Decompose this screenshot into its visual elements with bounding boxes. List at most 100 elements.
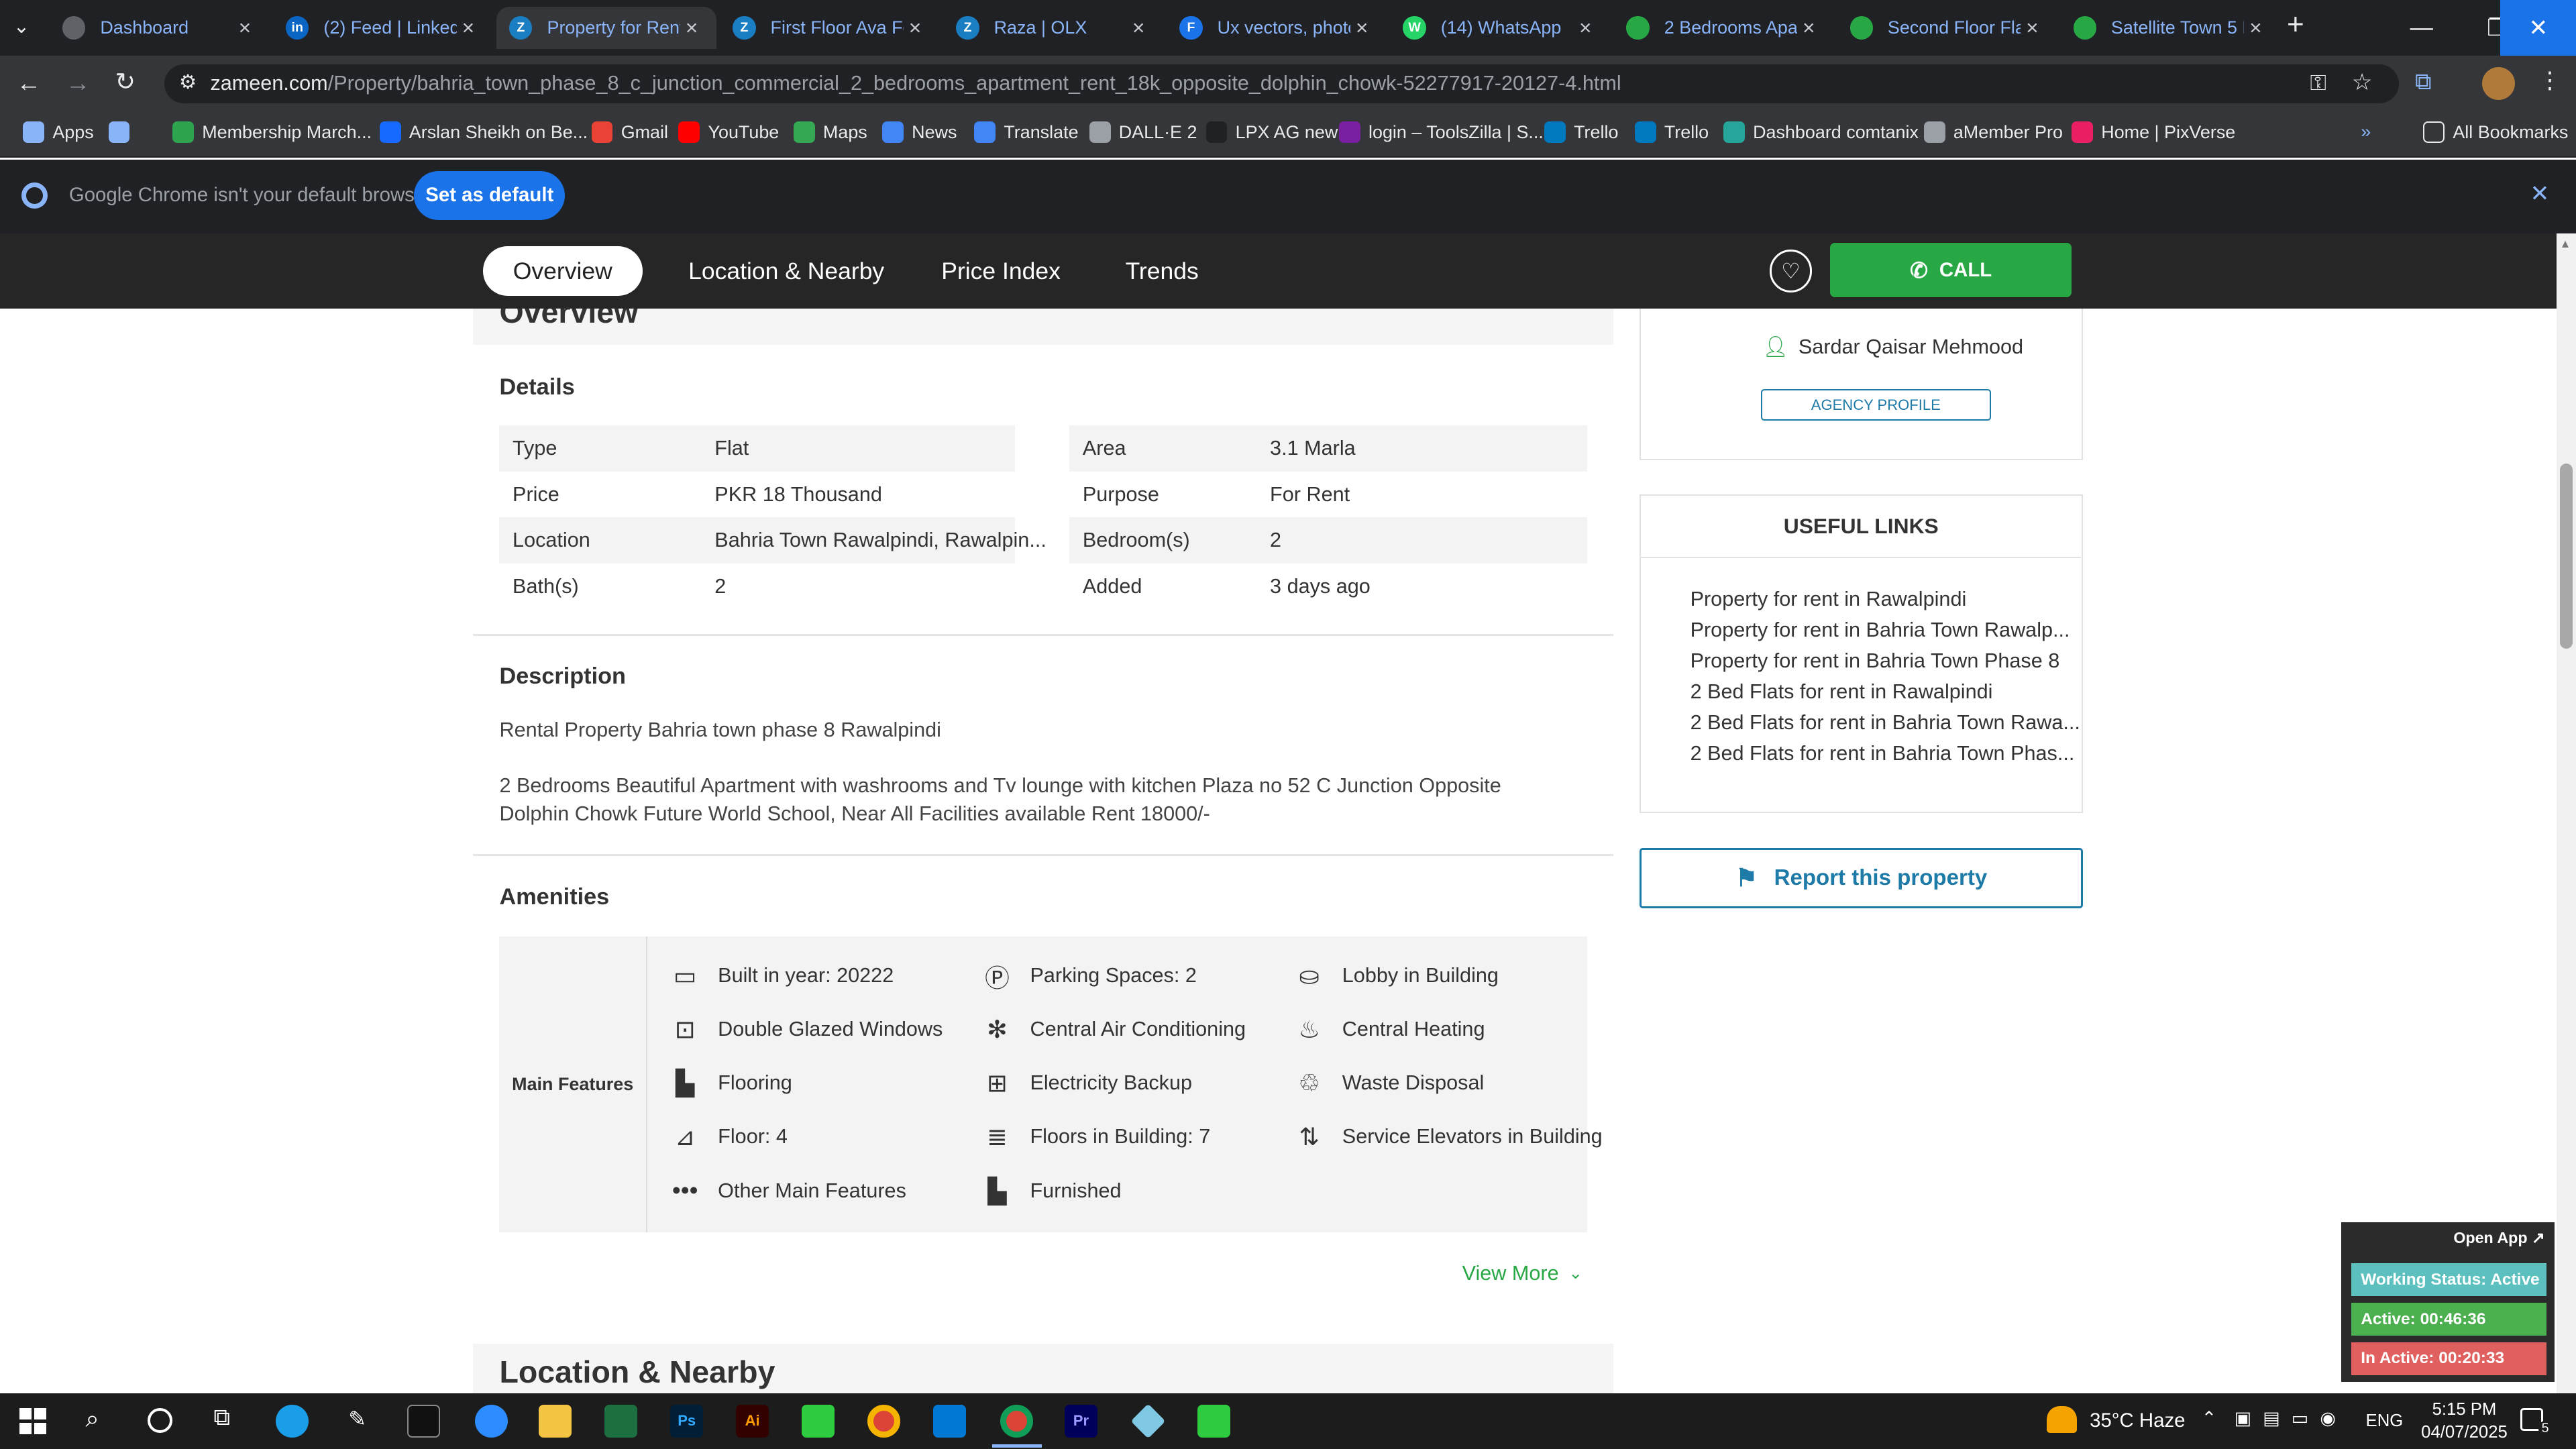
back-arrow-icon[interactable]: ←: [16, 69, 41, 97]
browser-tab[interactable]: F Ux vectors, photos×: [1167, 7, 1387, 50]
browser-tab[interactable]: in (2) Feed | LinkedIn×: [273, 7, 493, 50]
browser-tab[interactable]: Z First Floor Ava For×: [720, 7, 940, 50]
browser-tab[interactable]: Z Raza | OLX ×: [943, 7, 1163, 50]
useful-link[interactable]: Property for rent in Bahria Town Rawalp.…: [1690, 619, 2070, 642]
photoshop-icon[interactable]: Ps: [670, 1404, 704, 1438]
chrome-icon[interactable]: [867, 1404, 901, 1438]
report-property-button[interactable]: ⚑ Report this property: [1640, 847, 2084, 909]
useful-link[interactable]: Property for rent in Bahria Town Phase 8: [1690, 649, 2060, 673]
green-app-icon-2[interactable]: [1197, 1404, 1231, 1438]
chrome-active-icon[interactable]: [1000, 1404, 1034, 1438]
view-more-link[interactable]: View More ⌄: [1462, 1262, 1582, 1285]
illustrator-icon[interactable]: Ai: [736, 1404, 769, 1438]
clock-date[interactable]: 04/07/2025: [2415, 1423, 2514, 1442]
browser-tab[interactable]: Satellite Town 5 M ×: [2060, 7, 2280, 50]
close-tab-icon[interactable]: ×: [1797, 15, 1820, 40]
nav-tab-trends[interactable]: Trends: [1126, 246, 1199, 295]
terminal-icon[interactable]: [407, 1404, 441, 1438]
close-tab-icon[interactable]: ×: [904, 15, 926, 40]
bookmark-item[interactable]: YouTube: [678, 121, 779, 144]
bookmark-item[interactable]: [108, 121, 138, 144]
scrollbar-up-arrow[interactable]: ▲: [2560, 237, 2571, 251]
task-view-icon[interactable]: ⧉: [213, 1405, 229, 1431]
agency-profile-button[interactable]: AGENCY PROFILE: [1760, 389, 1991, 421]
bookmark-item[interactable]: News: [882, 121, 957, 144]
nav-tab-location[interactable]: Location & Nearby: [688, 246, 884, 295]
close-tab-icon[interactable]: ×: [233, 15, 256, 40]
close-tab-icon[interactable]: ×: [1574, 15, 1597, 40]
bookmark-item[interactable]: Translate: [974, 121, 1079, 144]
cortana-icon[interactable]: [148, 1407, 173, 1433]
close-infobar-icon[interactable]: ✕: [2530, 180, 2549, 207]
nav-tab-price-index[interactable]: Price Index: [941, 246, 1061, 295]
bookmark-item[interactable]: Arslan Sheikh on Be...: [379, 121, 588, 144]
all-bookmarks[interactable]: All Bookmarks: [2423, 121, 2568, 144]
green-app-icon[interactable]: [802, 1404, 835, 1438]
bookmark-item[interactable]: Home | PixVerse: [2072, 121, 2235, 144]
bookmark-item[interactable]: Dashboard comtanix: [1723, 121, 1919, 144]
app-icon[interactable]: [1130, 1403, 1166, 1439]
zoom-icon[interactable]: [474, 1404, 508, 1438]
close-tab-icon[interactable]: ×: [2021, 15, 2043, 40]
scrollbar-thumb[interactable]: [2559, 463, 2573, 649]
useful-link[interactable]: 2 Bed Flats for rent in Bahria Town Phas…: [1690, 742, 2075, 765]
file-explorer-icon[interactable]: [539, 1404, 572, 1438]
edge-icon[interactable]: [276, 1404, 309, 1438]
reload-icon[interactable]: ↻: [115, 67, 136, 96]
browser-tab[interactable]: 2 Bedrooms Apart ×: [1613, 7, 1833, 50]
search-icon[interactable]: ⌕: [85, 1405, 99, 1434]
page-scrollbar[interactable]: ▲: [2556, 233, 2576, 1393]
bookmark-star-icon[interactable]: ☆: [2352, 69, 2373, 96]
new-tab-button[interactable]: +: [2287, 8, 2304, 42]
vscode-icon[interactable]: [933, 1404, 966, 1438]
bookmark-item[interactable]: Membership March...: [172, 121, 372, 144]
useful-link[interactable]: Property for rent in Rawalpindi: [1690, 588, 1967, 611]
bookmark-item[interactable]: LPX AG new: [1205, 121, 1338, 144]
call-button[interactable]: ✆ CALL: [1830, 243, 2072, 298]
premiere-icon[interactable]: Pr: [1064, 1404, 1097, 1438]
site-info-icon[interactable]: ⚙: [179, 70, 197, 94]
weather-icon[interactable]: [2047, 1406, 2077, 1433]
close-tab-icon[interactable]: ×: [680, 15, 703, 40]
bookmark-item[interactable]: Gmail: [591, 121, 668, 144]
password-key-icon[interactable]: ⚿: [2310, 70, 2326, 96]
bookmark-item[interactable]: DALL·E 2: [1089, 121, 1197, 144]
url-bar[interactable]: ⚙ zameen.com/Property/bahria_town_phase_…: [164, 64, 2399, 104]
bookmark-item[interactable]: Trello: [1544, 121, 1618, 144]
useful-link[interactable]: 2 Bed Flats for rent in Rawalpindi: [1690, 680, 1993, 704]
close-window-button[interactable]: ✕: [2500, 0, 2576, 56]
bookmark-item[interactable]: Maps: [793, 121, 867, 144]
open-app-link[interactable]: Open App ↗: [2453, 1229, 2544, 1247]
bookmark-item[interactable]: Apps: [23, 121, 94, 144]
browser-tab[interactable]: Dashboard ×: [49, 7, 269, 50]
forward-arrow-icon[interactable]: →: [66, 69, 91, 97]
weather-text[interactable]: 35°C Haze: [2090, 1409, 2185, 1432]
browser-tab[interactable]: Second Floor Flat ×: [1837, 7, 2057, 50]
tray-icons[interactable]: ▣▤▭◉: [2235, 1408, 2347, 1429]
close-tab-icon[interactable]: ×: [457, 15, 480, 40]
pen-icon[interactable]: ✎: [348, 1406, 366, 1432]
set-default-button[interactable]: Set as default: [414, 170, 566, 221]
nav-tab-overview[interactable]: Overview: [483, 246, 643, 296]
browser-tab[interactable]: W (14) WhatsApp ×: [1390, 7, 1610, 50]
language-indicator[interactable]: ENG: [2366, 1411, 2404, 1431]
bookmarks-overflow-icon[interactable]: »: [2361, 121, 2371, 142]
excel-icon[interactable]: [604, 1404, 638, 1438]
browser-tab[interactable]: Z Property for Rent ×: [496, 6, 716, 50]
close-tab-icon[interactable]: ×: [2244, 15, 2267, 40]
profile-avatar[interactable]: [2482, 67, 2516, 101]
minimize-button[interactable]: —: [2383, 0, 2459, 56]
useful-link[interactable]: 2 Bed Flats for rent in Bahria Town Rawa…: [1690, 711, 2080, 735]
extensions-icon[interactable]: ⧉: [2415, 69, 2431, 95]
clock-time[interactable]: 5:15 PM: [2423, 1400, 2505, 1419]
tab-search-chevron-icon[interactable]: ⌄: [13, 15, 30, 38]
tray-chevron-icon[interactable]: ⌃: [2202, 1408, 2217, 1429]
bookmark-item[interactable]: aMember Pro: [1923, 121, 2063, 144]
close-tab-icon[interactable]: ×: [1127, 15, 1150, 40]
close-tab-icon[interactable]: ×: [1350, 15, 1373, 40]
bookmark-item[interactable]: Trello: [1634, 121, 1709, 144]
favorite-heart-icon[interactable]: ♡: [1769, 250, 1813, 292]
bookmark-item[interactable]: login – ToolsZilla | S...: [1338, 121, 1544, 144]
start-windows-icon[interactable]: [19, 1407, 46, 1434]
menu-kebab-icon[interactable]: ⋮: [2538, 67, 2561, 94]
